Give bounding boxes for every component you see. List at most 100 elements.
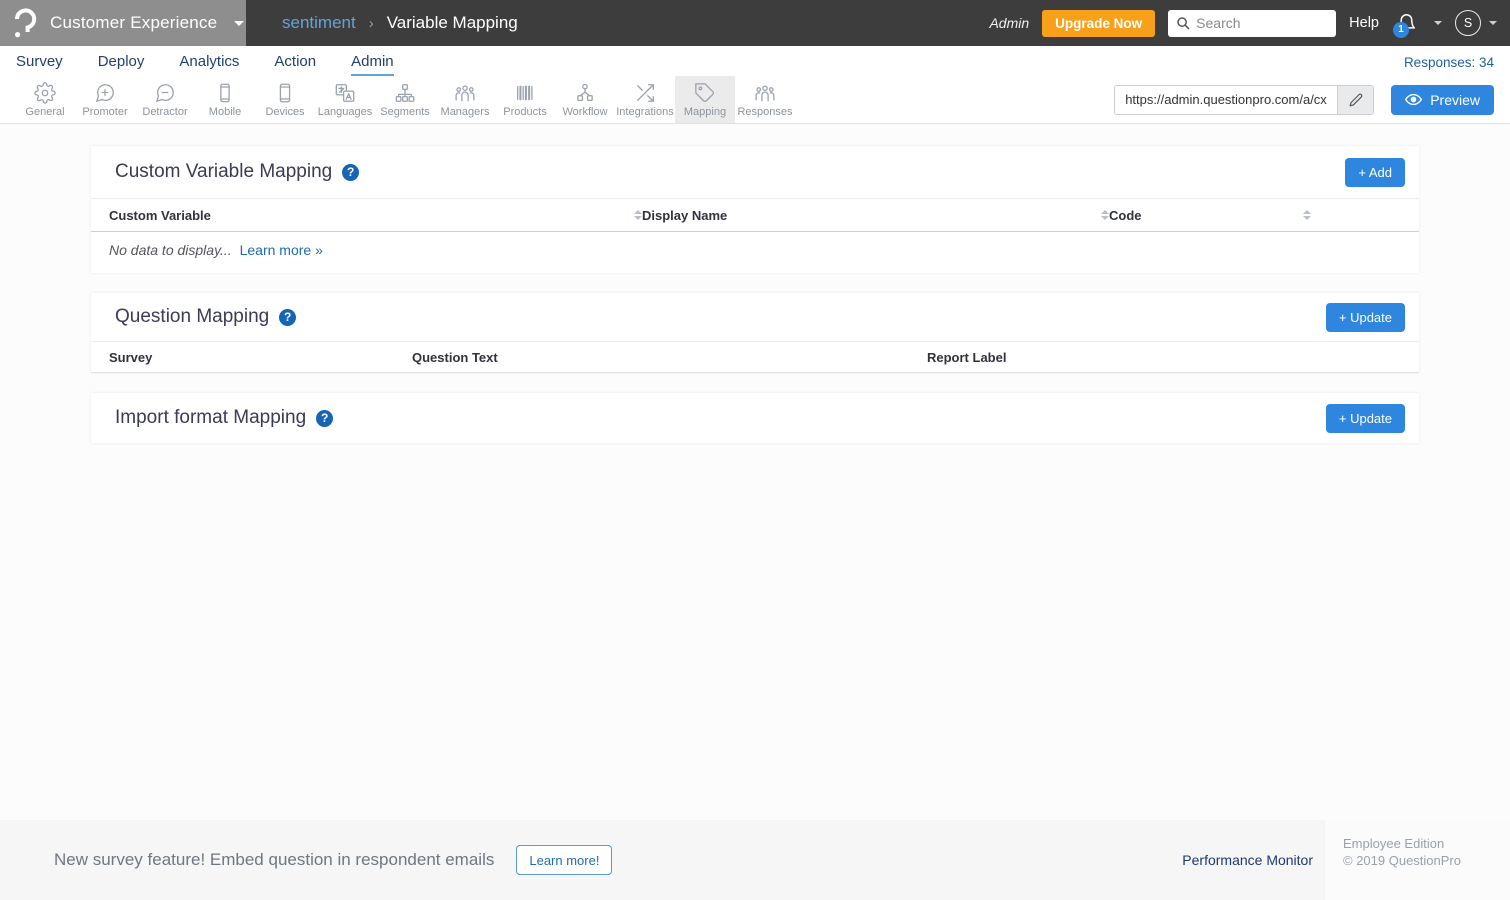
- toolbar-item-general[interactable]: General: [15, 76, 75, 123]
- people-icon: [455, 84, 475, 101]
- section-title: Import format Mapping: [115, 407, 307, 428]
- barcode-icon: [517, 85, 533, 100]
- table-header-row: Custom Variable Display Name Code: [91, 198, 1419, 232]
- edition-label: Employee Edition: [1343, 836, 1445, 851]
- help-icon[interactable]: ?: [316, 409, 334, 427]
- survey-url-field: [1114, 84, 1375, 115]
- toolbar-label: Products: [503, 105, 547, 118]
- toolbar-right-cluster: Preview: [1114, 76, 1510, 123]
- branch-icon: [577, 83, 593, 101]
- tab-survey[interactable]: Survey: [16, 53, 63, 76]
- breadcrumb-separator-icon: ›: [368, 14, 374, 32]
- phone-icon: [220, 83, 230, 102]
- card-header: Custom Variable Mapping ? + Add: [91, 146, 1419, 198]
- gear-icon: [34, 81, 56, 104]
- tab-admin[interactable]: Admin: [351, 53, 394, 76]
- column-header-question-text: Question Text: [412, 350, 927, 365]
- column-label: Display Name: [642, 207, 728, 223]
- edit-url-button[interactable]: [1337, 85, 1374, 114]
- toolbar-label: Workflow: [562, 105, 608, 118]
- survey-url-input[interactable]: [1115, 85, 1338, 114]
- toolbar-label: Languages: [317, 105, 373, 118]
- toolbar-item-products[interactable]: Products: [495, 76, 555, 123]
- tab-analytics[interactable]: Analytics: [179, 53, 239, 76]
- notification-count-badge: 1: [1393, 21, 1409, 38]
- toolbar-item-mapping[interactable]: Mapping: [675, 76, 735, 123]
- toolbar-item-mobile[interactable]: Mobile: [195, 76, 255, 123]
- breadcrumb: sentiment › Variable Mapping: [282, 13, 518, 33]
- toolbar-label: Mobile: [208, 105, 242, 118]
- column-header-report-label: Report Label: [927, 350, 1401, 365]
- eye-icon: [1405, 93, 1423, 106]
- global-search: [1168, 9, 1337, 37]
- learn-more-link[interactable]: Learn more »: [240, 242, 323, 258]
- toolbar-label: General: [25, 105, 65, 118]
- column-label: Custom Variable: [109, 207, 211, 223]
- toolbar-item-languages[interactable]: Languages: [315, 76, 375, 123]
- toolbar-label: Segments: [380, 105, 430, 118]
- tab-deploy[interactable]: Deploy: [98, 53, 145, 76]
- search-icon: [1177, 17, 1190, 30]
- update-question-mapping-button[interactable]: + Update: [1325, 302, 1405, 332]
- search-input[interactable]: [1196, 15, 1329, 31]
- copyright-label: © 2019 QuestionPro: [1343, 853, 1461, 868]
- performance-monitor-link[interactable]: Performance Monitor: [1182, 852, 1313, 868]
- pencil-icon: [1349, 93, 1363, 106]
- column-header-survey: Survey: [109, 350, 412, 365]
- page-title: Variable Mapping: [386, 13, 518, 32]
- breadcrumb-survey-link[interactable]: sentiment: [282, 13, 356, 33]
- preview-button[interactable]: Preview: [1391, 84, 1494, 115]
- update-import-format-button[interactable]: + Update: [1325, 403, 1405, 433]
- table-header-row: Survey Question Text Report Label: [91, 341, 1419, 373]
- toolbar-label: Mapping: [683, 105, 727, 118]
- module-nav: Survey Deploy Analytics Action Admin Res…: [0, 46, 1510, 76]
- toolbar-item-managers[interactable]: Managers: [435, 76, 495, 123]
- toolbar-item-promoter[interactable]: Promoter: [75, 76, 135, 123]
- speech-bubble-plus-icon: [96, 83, 114, 102]
- footer: New survey feature! Embed question in re…: [0, 820, 1510, 900]
- product-switcher[interactable]: Customer Experience: [0, 0, 246, 46]
- responses-count[interactable]: Responses: 34: [1404, 55, 1494, 76]
- toolbar-label: Promoter: [82, 105, 128, 118]
- toolbar-item-integrations[interactable]: Integrations: [615, 76, 675, 123]
- sort-icon[interactable]: [1303, 210, 1311, 220]
- license-type-label: Admin: [989, 15, 1030, 31]
- tab-action[interactable]: Action: [274, 53, 316, 76]
- toolbar-label: Managers: [440, 105, 490, 118]
- column-label: Report Label: [927, 349, 1007, 365]
- toolbar-item-responses[interactable]: Responses: [735, 76, 795, 123]
- help-icon[interactable]: ?: [342, 163, 360, 181]
- avatar: S: [1455, 10, 1481, 36]
- preview-label: Preview: [1430, 91, 1480, 108]
- help-icon[interactable]: ?: [279, 308, 297, 326]
- toolbar-item-devices[interactable]: Devices: [255, 76, 315, 123]
- promo-learn-more-button[interactable]: Learn more!: [516, 845, 613, 875]
- tag-icon: [695, 82, 715, 102]
- column-header-display-name[interactable]: Display Name: [642, 208, 1109, 223]
- help-link[interactable]: Help: [1349, 15, 1379, 31]
- sort-icon[interactable]: [634, 210, 642, 220]
- edition-box: Employee Edition © 2019 QuestionPro: [1325, 820, 1510, 900]
- sitemap-icon: [395, 83, 415, 102]
- upgrade-now-button[interactable]: Upgrade Now: [1042, 9, 1156, 37]
- card-header: Import format Mapping ? + Update: [91, 393, 1419, 443]
- topbar-right-cluster: Admin Upgrade Now Help 1 S: [989, 9, 1510, 38]
- toolbar-item-segments[interactable]: Segments: [375, 76, 435, 123]
- toolbar-item-workflow[interactable]: Workflow: [555, 76, 615, 123]
- translate-icon: [335, 83, 355, 102]
- notifications-button[interactable]: 1: [1393, 13, 1417, 38]
- question-mapping-card: Question Mapping ? + Update Survey Quest…: [91, 293, 1419, 373]
- column-header-custom-variable[interactable]: Custom Variable: [109, 208, 642, 223]
- empty-state-row: No data to display... Learn more »: [91, 232, 1419, 273]
- sort-icon[interactable]: [1101, 210, 1109, 220]
- toolbar-item-detractor[interactable]: Detractor: [135, 76, 195, 123]
- speech-bubble-minus-icon: [156, 83, 174, 102]
- people-icon: [755, 84, 775, 101]
- column-header-code[interactable]: Code: [1109, 208, 1401, 223]
- account-menu[interactable]: S: [1455, 10, 1497, 36]
- column-label: Survey: [109, 349, 153, 365]
- section-title: Question Mapping: [115, 306, 270, 327]
- chevron-down-icon[interactable]: [1434, 21, 1442, 25]
- add-custom-variable-button[interactable]: + Add: [1345, 157, 1405, 187]
- toolbar-label: Detractor: [142, 105, 188, 118]
